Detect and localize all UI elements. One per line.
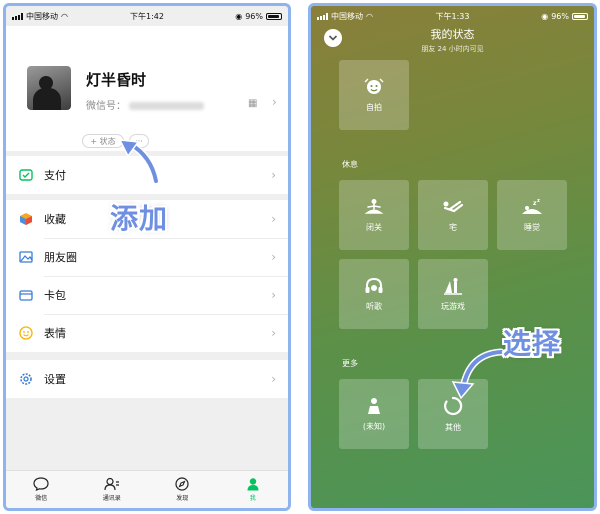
- avatar[interactable]: [27, 66, 71, 110]
- status-tile-home[interactable]: 宅: [418, 180, 488, 250]
- annotation-select: 选择: [503, 327, 562, 360]
- lock-rotation-icon: ◉: [541, 11, 549, 21]
- status-bar: 中国移动 ◠ 下午1:42 ◉ 96%: [6, 6, 288, 26]
- annotation-arrow-icon: [451, 348, 505, 400]
- status-header: 我的状态 朋友 24 小时内可见: [311, 26, 594, 54]
- status-bar: 中国移动 ◠ 下午1:33 ◉ 96%: [311, 6, 594, 26]
- chevron-right-icon: ›: [271, 212, 276, 226]
- status-time: 下午1:33: [435, 11, 470, 21]
- chevron-right-icon: ›: [271, 372, 276, 386]
- chevron-right-icon: ›: [272, 95, 277, 109]
- tile-label: 宅: [449, 222, 457, 232]
- favorites-icon: [18, 211, 34, 227]
- chevron-right-icon: ›: [271, 288, 276, 302]
- menu-item-stickers[interactable]: 表情 ›: [6, 314, 288, 352]
- game-icon: [444, 277, 462, 295]
- meditation-icon: [364, 198, 384, 214]
- menu-item-settings[interactable]: 设置 ›: [6, 360, 288, 398]
- contacts-icon: [104, 477, 119, 491]
- page-subtitle: 朋友 24 小时内可见: [421, 45, 484, 53]
- battery-percent: 96%: [551, 11, 569, 21]
- tile-label: 闭关: [366, 222, 382, 232]
- menu-label: 卡包: [44, 289, 66, 302]
- battery-icon: [266, 12, 282, 20]
- menu-label: 表情: [44, 327, 66, 340]
- profile-name: 灯半昏时: [86, 71, 147, 89]
- signal-icon: [317, 12, 328, 20]
- sticker-icon: [18, 325, 34, 341]
- wechat-id: 微信号：: [86, 97, 204, 112]
- menu-label: 设置: [44, 373, 66, 386]
- tile-label: 玩游戏: [441, 301, 465, 311]
- menu-label: 收藏: [44, 213, 66, 226]
- annotation-arrow-icon: [118, 139, 160, 185]
- selfie-icon: [364, 78, 384, 94]
- wechat-id-label: 微信号：: [86, 101, 126, 112]
- pay-icon: [18, 167, 34, 183]
- chat-icon: [33, 477, 49, 491]
- chevron-right-icon: ›: [271, 326, 276, 340]
- status-tile-unknown[interactable]: (未知): [339, 379, 409, 449]
- my-status-screen: 中国移动 ◠ 下午1:33 ◉ 96% 我的状态 朋友 24 小时内可见 自拍 休息…: [308, 3, 597, 511]
- wechat-me-screen: 中国移动 ◠ 下午1:42 ◉ 96% 灯半昏时 微信号： ▦ › + 状态 ···…: [3, 3, 291, 511]
- qr-code-icon[interactable]: ▦: [248, 98, 257, 109]
- status-tile-music[interactable]: 听歌: [339, 259, 409, 329]
- settings-icon: [18, 371, 34, 387]
- tab-label: 微信: [35, 495, 48, 502]
- tile-label: 听歌: [366, 301, 382, 311]
- menu-group-settings: 设置 ›: [6, 360, 288, 398]
- tab-discover[interactable]: 发现: [147, 471, 218, 508]
- menu-item-cards[interactable]: 卡包 ›: [6, 276, 288, 314]
- unknown-person-icon: [368, 397, 380, 414]
- status-tile-retreat[interactable]: 闭关: [339, 180, 409, 250]
- lock-rotation-icon: ◉: [235, 11, 243, 21]
- tab-me[interactable]: 我: [218, 471, 289, 508]
- page-title: 我的状态: [430, 28, 475, 41]
- tab-label: 我: [249, 495, 256, 502]
- status-tile-selfie[interactable]: 自拍: [339, 60, 409, 130]
- discover-icon: [175, 477, 189, 491]
- wifi-icon: ◠: [366, 11, 373, 21]
- chevron-right-icon: ›: [271, 168, 276, 182]
- signal-icon: [12, 12, 23, 20]
- carrier-label: 中国移动: [26, 11, 58, 21]
- battery-percent: 96%: [245, 11, 263, 21]
- status-tile-sleep[interactable]: zz 睡觉: [497, 180, 567, 250]
- cards-icon: [18, 287, 34, 303]
- tab-label: 发现: [176, 495, 189, 502]
- tab-chats[interactable]: 微信: [6, 471, 77, 508]
- tab-bar: 微信 通讯录 发现 我: [6, 470, 288, 508]
- section-more: 更多: [342, 359, 358, 368]
- carrier-label: 中国移动: [331, 11, 363, 21]
- sleep-icon: zz: [522, 198, 542, 214]
- tile-label: 自拍: [366, 102, 382, 112]
- tile-label: 睡觉: [524, 222, 540, 232]
- moments-icon: [18, 249, 34, 265]
- wechat-id-redacted: [129, 102, 204, 110]
- lounge-icon: [443, 200, 464, 212]
- menu-label: 支付: [44, 169, 66, 182]
- tab-contacts[interactable]: 通讯录: [77, 471, 148, 508]
- annotation-add: 添加: [110, 202, 169, 235]
- status-tile-game[interactable]: 玩游戏: [418, 259, 488, 329]
- section-rest: 休息: [342, 160, 358, 169]
- menu-label: 朋友圈: [44, 251, 77, 264]
- wifi-icon: ◠: [61, 11, 68, 21]
- tile-label: (未知): [362, 421, 386, 431]
- profile-card[interactable]: 灯半昏时 微信号： ▦ › + 状态 ···: [6, 26, 288, 151]
- headphones-icon: [365, 277, 383, 293]
- menu-item-moments[interactable]: 朋友圈 ›: [6, 238, 288, 276]
- me-icon: [247, 478, 259, 491]
- tile-label: 其他: [445, 422, 461, 432]
- tab-label: 通讯录: [102, 495, 121, 502]
- chevron-right-icon: ›: [271, 250, 276, 264]
- battery-icon: [571, 12, 588, 20]
- status-time: 下午1:42: [130, 11, 164, 21]
- svg-text:z: z: [537, 198, 540, 204]
